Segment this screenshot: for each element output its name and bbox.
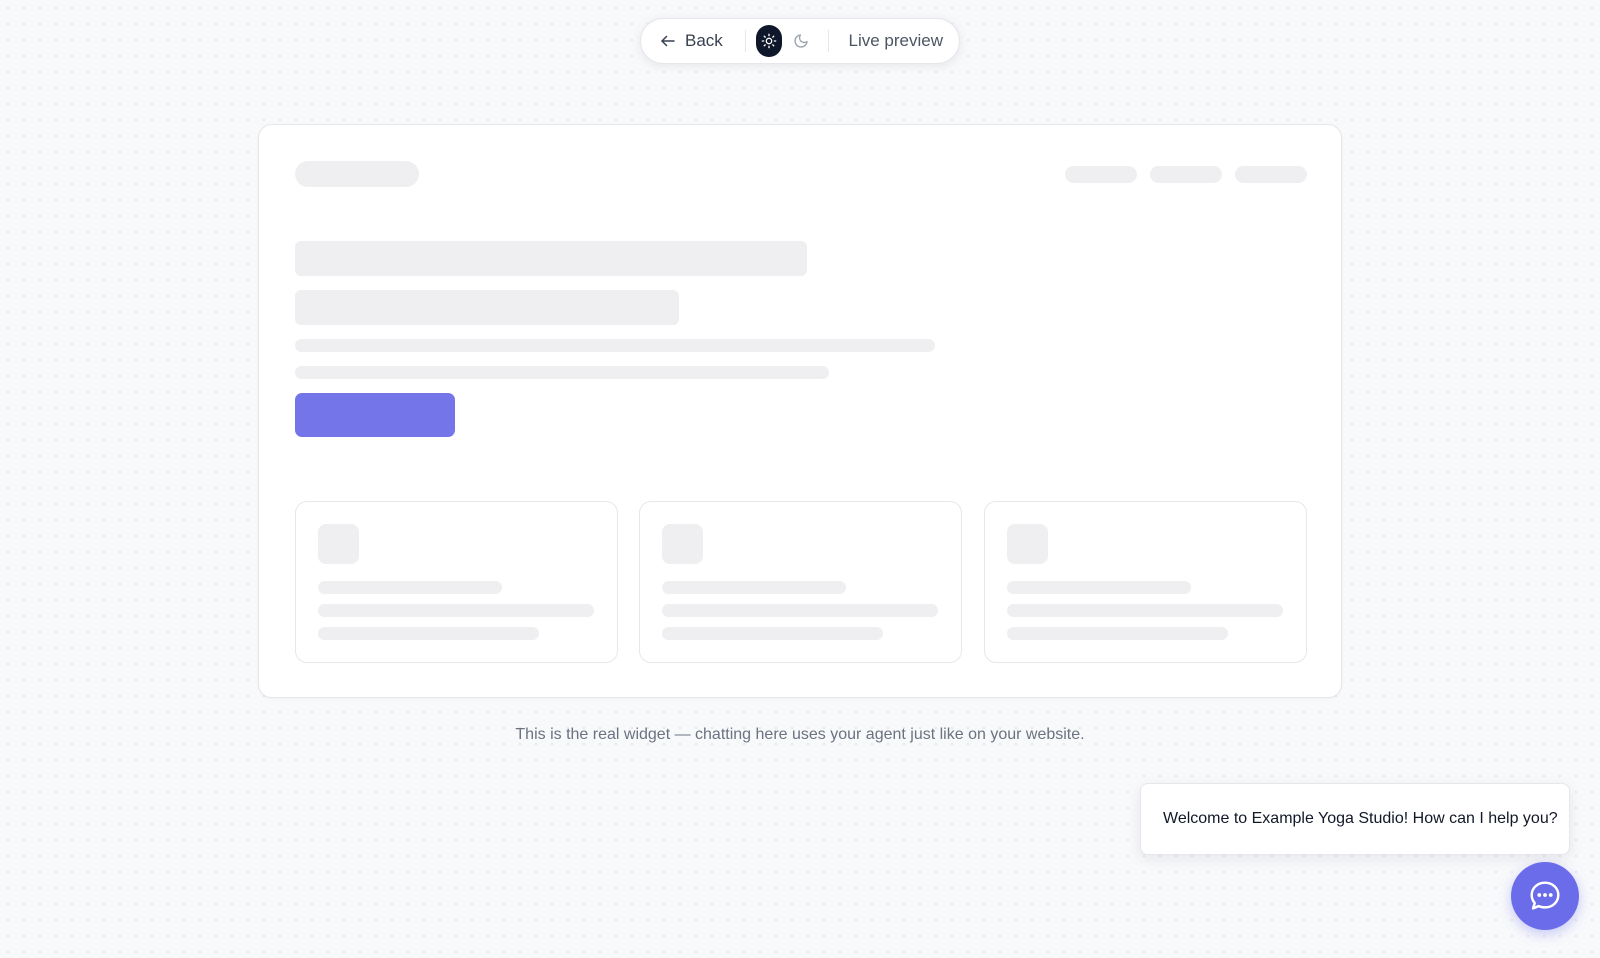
skeleton-card-text-line: [662, 604, 938, 617]
skeleton-card-text-line: [1007, 627, 1228, 640]
chat-launcher-button[interactable]: [1511, 862, 1579, 930]
light-theme-button[interactable]: [755, 25, 782, 57]
toolbar-divider: [827, 30, 829, 52]
skeleton-cta-button: [295, 393, 455, 437]
skeleton-card-text-line: [318, 627, 539, 640]
skeleton-hero-heading-line: [295, 290, 679, 325]
skeleton-feature-card: [984, 501, 1307, 663]
back-label: Back: [685, 31, 723, 50]
skeleton-hero-text-line: [295, 339, 935, 352]
skeleton-nav-link: [1235, 166, 1307, 183]
live-preview-label: Live preview: [848, 31, 943, 50]
skeleton-feature-card: [295, 501, 618, 663]
chat-bubble-icon: [1526, 877, 1564, 915]
preview-caption: This is the real widget — chatting here …: [515, 726, 1085, 743]
preview-toolbar: Back Live preview: [640, 18, 960, 64]
skeleton-card-icon: [662, 524, 703, 564]
moon-icon: [793, 33, 809, 49]
chat-greeting-bubble[interactable]: Welcome to Example Yoga Studio! How can …: [1140, 783, 1570, 855]
dark-theme-button[interactable]: [788, 25, 814, 57]
arrow-left-icon: [659, 32, 677, 50]
skeleton-card-title: [1007, 581, 1191, 594]
skeleton-nav-link: [1065, 166, 1137, 183]
chat-greeting-text: Welcome to Example Yoga Studio! How can …: [1163, 810, 1558, 827]
skeleton-logo: [295, 161, 419, 187]
skeleton-hero-text-line: [295, 366, 829, 379]
toolbar-divider: [744, 30, 746, 52]
skeleton-feature-card: [639, 501, 962, 663]
skeleton-card-text-line: [662, 627, 883, 640]
skeleton-card-text-line: [318, 604, 594, 617]
website-preview-frame: [258, 124, 1342, 698]
skeleton-card-icon: [318, 524, 359, 564]
skeleton-card-icon: [1007, 524, 1048, 564]
skeleton-card-title: [662, 581, 846, 594]
skeleton-hero-heading-line: [295, 241, 807, 276]
skeleton-nav-link: [1150, 166, 1222, 183]
sun-icon: [761, 33, 777, 49]
skeleton-card-text-line: [1007, 604, 1283, 617]
skeleton-card-title: [318, 581, 502, 594]
back-button[interactable]: Back: [659, 25, 723, 57]
